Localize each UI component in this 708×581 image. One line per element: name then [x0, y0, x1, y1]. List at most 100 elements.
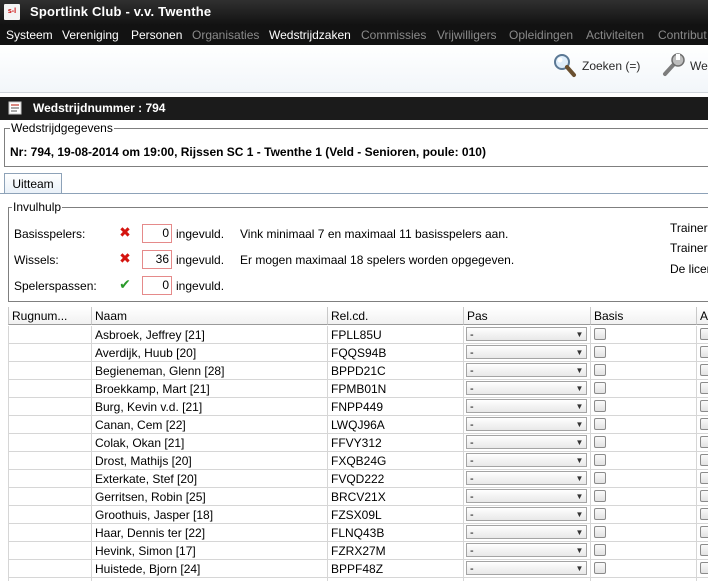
a-checkbox[interactable]: [700, 508, 708, 520]
rugnummer-cell[interactable]: [8, 488, 92, 506]
column-header[interactable]: Basis: [591, 307, 697, 325]
pas-select[interactable]: - ▼: [466, 489, 587, 503]
menu-item-2[interactable]: Personen: [131, 28, 182, 42]
basis-checkbox[interactable]: [594, 418, 606, 430]
pas-select[interactable]: - ▼: [466, 363, 587, 377]
rugnummer-cell[interactable]: [8, 380, 92, 398]
basis-checkbox[interactable]: [594, 436, 606, 448]
tools-button[interactable]: We: [660, 51, 708, 81]
a-checkbox[interactable]: [700, 364, 708, 376]
rugnummer-cell[interactable]: [8, 524, 92, 542]
rugnummer-cell[interactable]: [8, 560, 92, 578]
column-header[interactable]: A: [697, 307, 708, 325]
pas-select[interactable]: - ▼: [466, 381, 587, 395]
menu-item-7[interactable]: Opleidingen: [509, 28, 573, 42]
search-button[interactable]: Zoeken (=): [552, 51, 648, 81]
a-checkbox[interactable]: [700, 382, 708, 394]
basis-checkbox[interactable]: [594, 526, 606, 538]
rugnummer-cell[interactable]: [8, 452, 92, 470]
basis-checkbox[interactable]: [594, 490, 606, 502]
rugnummer-cell[interactable]: [8, 434, 92, 452]
menu-item-0[interactable]: Systeem: [6, 28, 53, 42]
rugnummer-cell[interactable]: [8, 362, 92, 380]
basis-checkbox[interactable]: [594, 544, 606, 556]
basis-cell: [591, 362, 697, 380]
pas-select[interactable]: - ▼: [466, 471, 587, 485]
pas-cell: - ▼: [464, 380, 591, 398]
basis-checkbox[interactable]: [594, 346, 606, 358]
tab-uitteam[interactable]: Uitteam: [4, 173, 62, 194]
menu-item-4[interactable]: Wedstrijdzaken: [269, 28, 351, 42]
rugnummer-cell[interactable]: [8, 416, 92, 434]
pas-select[interactable]: - ▼: [466, 507, 587, 521]
a-checkbox[interactable]: [700, 490, 708, 502]
basis-checkbox[interactable]: [594, 328, 606, 340]
chevron-down-icon: ▼: [575, 528, 584, 537]
rugnummer-cell[interactable]: [8, 506, 92, 524]
pas-select[interactable]: - ▼: [466, 543, 587, 557]
table-row[interactable]: Averdijk, Huub [20] FQQS94B - ▼: [0, 344, 708, 362]
pas-cell: - ▼: [464, 326, 591, 344]
table-row[interactable]: Drost, Mathijs [20] FXQB24G - ▼: [0, 452, 708, 470]
menu-item-8[interactable]: Activiteiten: [586, 28, 644, 42]
a-checkbox[interactable]: [700, 472, 708, 484]
menu-item-3[interactable]: Organisaties: [192, 28, 259, 42]
a-checkbox[interactable]: [700, 562, 708, 574]
pas-select[interactable]: - ▼: [466, 561, 587, 575]
pas-cell: - ▼: [464, 488, 591, 506]
table-row[interactable]: Gerritsen, Robin [25] BRCV21X - ▼: [0, 488, 708, 506]
table-row[interactable]: Asbroek, Jeffrey [21] FPLL85U - ▼: [0, 326, 708, 344]
menu-item-6[interactable]: Vrijwilligers: [437, 28, 497, 42]
basis-checkbox[interactable]: [594, 472, 606, 484]
basis-cell: [591, 398, 697, 416]
invulhulp-label: Wissels:: [14, 253, 59, 267]
basis-checkbox[interactable]: [594, 454, 606, 466]
menu-item-1[interactable]: Vereniging: [62, 28, 119, 42]
table-row[interactable]: Exterkate, Stef [20] FVQD222- ▼: [0, 470, 708, 488]
rugnummer-cell[interactable]: [8, 326, 92, 344]
table-row[interactable]: Burg, Kevin v.d. [21] FNPP449- ▼: [0, 398, 708, 416]
basis-checkbox[interactable]: [594, 508, 606, 520]
pas-select[interactable]: - ▼: [466, 453, 587, 467]
naam-cell: Asbroek, Jeffrey [21]: [92, 326, 328, 344]
basis-checkbox[interactable]: [594, 364, 606, 376]
rugnummer-cell[interactable]: [8, 344, 92, 362]
a-checkbox[interactable]: [700, 328, 708, 340]
basis-cell: [591, 488, 697, 506]
a-checkbox[interactable]: [700, 436, 708, 448]
pas-select[interactable]: - ▼: [466, 345, 587, 359]
table-row[interactable]: Huistede, Bjorn [24] BPPF48Z - ▼: [0, 560, 708, 578]
basis-checkbox[interactable]: [594, 400, 606, 412]
menu-item-5[interactable]: Commissies: [361, 28, 426, 42]
a-checkbox[interactable]: [700, 346, 708, 358]
column-header[interactable]: Rugnum...: [8, 307, 92, 325]
pas-select[interactable]: - ▼: [466, 417, 587, 431]
pas-select[interactable]: - ▼: [466, 435, 587, 449]
pas-select[interactable]: - ▼: [466, 327, 587, 341]
rugnummer-cell[interactable]: [8, 542, 92, 560]
rugnummer-cell[interactable]: [8, 398, 92, 416]
table-row[interactable]: Begieneman, Glenn [28] BPPD21C - ▼: [0, 362, 708, 380]
table-row[interactable]: Broekkamp, Mart [21] FPMB01N - ▼: [0, 380, 708, 398]
chevron-down-icon: ▼: [575, 384, 584, 393]
pas-select[interactable]: - ▼: [466, 399, 587, 413]
pas-select[interactable]: - ▼: [466, 525, 587, 539]
column-header[interactable]: Rel.cd.: [328, 307, 464, 325]
a-checkbox[interactable]: [700, 418, 708, 430]
chevron-down-icon: ▼: [575, 564, 584, 573]
column-header[interactable]: Naam: [92, 307, 328, 325]
rugnummer-cell[interactable]: [8, 470, 92, 488]
basis-checkbox[interactable]: [594, 382, 606, 394]
table-row[interactable]: Canan, Cem [22] LWQJ96A - ▼: [0, 416, 708, 434]
a-checkbox[interactable]: [700, 526, 708, 538]
a-checkbox[interactable]: [700, 544, 708, 556]
table-row[interactable]: Groothuis, Jasper [18] FZSX09L - ▼: [0, 506, 708, 524]
column-header[interactable]: Pas: [464, 307, 591, 325]
basis-checkbox[interactable]: [594, 562, 606, 574]
a-checkbox[interactable]: [700, 454, 708, 466]
table-row[interactable]: Haar, Dennis ter [22] FLNQ43B - ▼: [0, 524, 708, 542]
menu-item-9[interactable]: Contribut: [658, 28, 707, 42]
table-row[interactable]: Colak, Okan [21] FFVY312- ▼: [0, 434, 708, 452]
table-row[interactable]: Hevink, Simon [17] FZRX27M - ▼: [0, 542, 708, 560]
a-checkbox[interactable]: [700, 400, 708, 412]
